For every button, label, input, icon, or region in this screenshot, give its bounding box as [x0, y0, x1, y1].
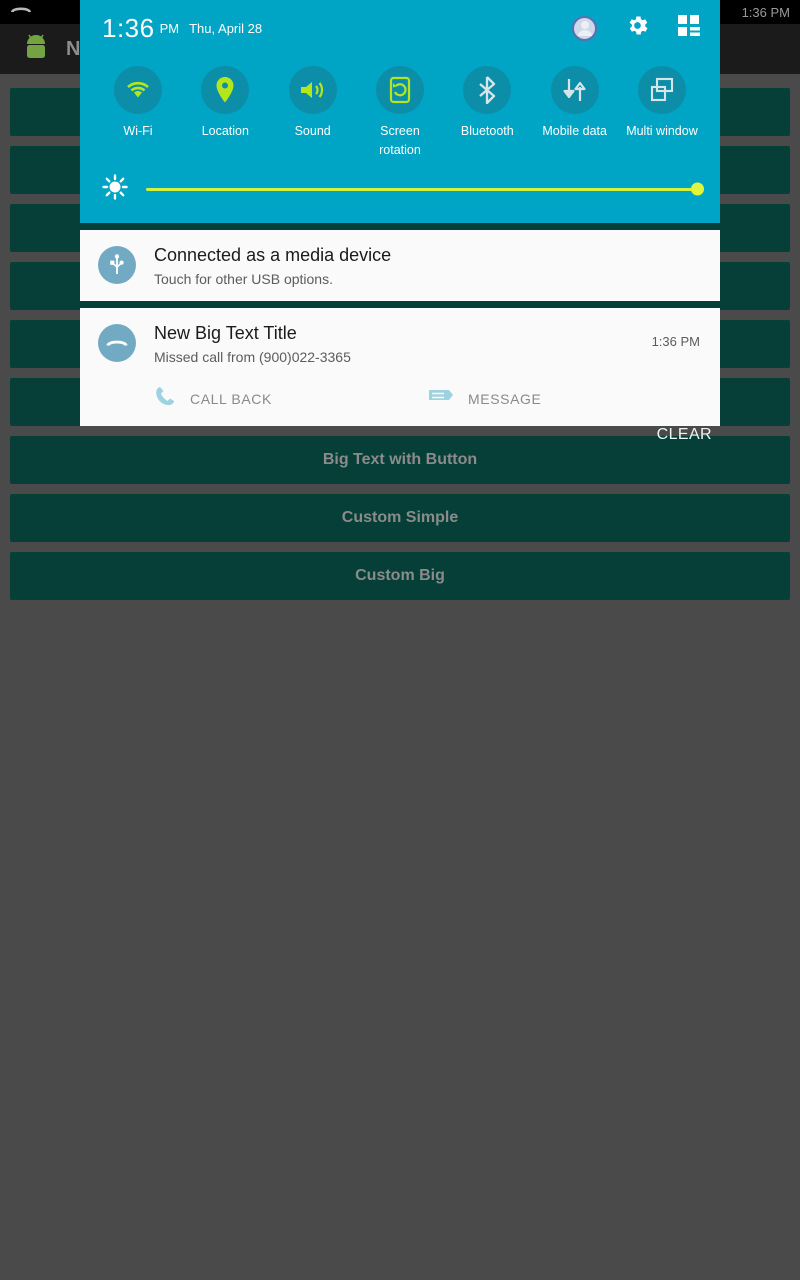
qs-clock-ampm: PM	[159, 20, 180, 36]
mobile-data-icon	[550, 66, 599, 114]
screen-rotation-icon	[375, 66, 424, 114]
location-pin-icon	[201, 66, 250, 114]
qs-toggle-label: Location	[201, 124, 249, 138]
notification-usb[interactable]: Connected as a media device Touch for ot…	[80, 229, 720, 301]
notification-subtitle: Touch for other USB options.	[154, 270, 333, 287]
quick-settings-header-icons	[572, 13, 702, 43]
notification-body: Connected as a media device Touch for ot…	[154, 244, 702, 287]
brightness-sun-icon[interactable]	[102, 173, 128, 205]
sound-speaker-icon	[288, 66, 337, 114]
brightness-slider-thumb[interactable]	[691, 182, 704, 196]
notification-separator	[80, 300, 720, 308]
app-title: N	[66, 37, 81, 60]
bluetooth-icon	[463, 66, 512, 114]
brightness-slider-row	[80, 164, 720, 223]
quick-settings-header: 1:36 PM Thu, April 28	[80, 0, 720, 56]
shade-divider	[80, 222, 720, 230]
action-message[interactable]: MESSAGE	[428, 385, 702, 412]
qs-toggle-label: Mobile data	[542, 124, 607, 138]
notification-missed-call[interactable]: New Big Text Title Missed call from (900…	[80, 307, 720, 427]
qs-toggle-wifi[interactable]: Wi-Fi	[98, 66, 178, 160]
notification-subtitle: Missed call from (900)022-3365	[154, 349, 351, 366]
qs-toggle-bluetooth[interactable]: Bluetooth	[447, 66, 527, 160]
qs-date: Thu, April 28	[189, 20, 263, 36]
quick-settings-panel: 1:36 PM Thu, April 28 Wi-Fi Location Sou…	[80, 0, 720, 223]
qs-clock-time: 1:36	[102, 12, 155, 43]
gear-icon[interactable]	[625, 13, 650, 43]
missed-call-icon	[10, 3, 32, 22]
qs-toggle-screen-rotation[interactable]: Screen rotation	[360, 66, 440, 160]
action-call-back[interactable]: CALL BACK	[154, 385, 428, 412]
wifi-icon	[114, 66, 162, 114]
user-avatar[interactable]	[572, 15, 597, 41]
notification-title: Connected as a media device	[154, 244, 392, 265]
missed-call-icon	[98, 323, 136, 362]
background-button-custom-big[interactable]: Custom Big	[10, 552, 790, 600]
status-bar-clock: 1:36 PM	[741, 4, 790, 20]
usb-icon	[98, 245, 136, 284]
qs-toggle-location[interactable]: Location	[185, 66, 265, 160]
quick-settings-toggles: Wi-Fi Location Sound Screen rotation Blu…	[80, 56, 720, 164]
qs-toggle-mobile-data[interactable]: Mobile data	[535, 66, 615, 160]
message-icon	[428, 387, 454, 410]
screen: 1:36 PM N Big Text with Button Custom Si…	[0, 0, 800, 1280]
notification-shade: 1:36 PM Thu, April 28 Wi-Fi Location Sou…	[80, 0, 720, 456]
qs-toggle-label: Screen rotation	[379, 124, 421, 157]
qs-toggle-sound[interactable]: Sound	[273, 66, 353, 160]
quick-settings-grid-icon[interactable]	[678, 14, 702, 42]
action-label: MESSAGE	[468, 390, 542, 407]
qs-toggle-label: Bluetooth	[460, 124, 514, 138]
multi-window-icon	[637, 66, 686, 114]
qs-toggle-label: Multi window	[626, 124, 698, 138]
notification-actions: CALL BACK MESSAGE	[154, 385, 702, 412]
brightness-slider[interactable]	[146, 182, 704, 196]
notification-body: New Big Text Title Missed call from (900…	[154, 322, 702, 412]
background-button-custom-simple[interactable]: Custom Simple	[10, 494, 790, 542]
qs-toggle-label: Wi-Fi	[123, 124, 153, 138]
qs-toggle-label: Sound	[294, 124, 331, 138]
android-robot-icon	[22, 32, 50, 67]
notification-title: New Big Text Title	[154, 322, 297, 343]
clear-button[interactable]: CLEAR	[657, 426, 712, 444]
status-bar-icons	[10, 3, 32, 22]
notification-timestamp: 1:36 PM	[651, 333, 700, 349]
phone-icon	[154, 385, 176, 412]
clear-row: CLEAR	[80, 426, 720, 456]
qs-toggle-multi-window[interactable]: Multi window	[622, 66, 702, 160]
action-label: CALL BACK	[190, 390, 272, 407]
